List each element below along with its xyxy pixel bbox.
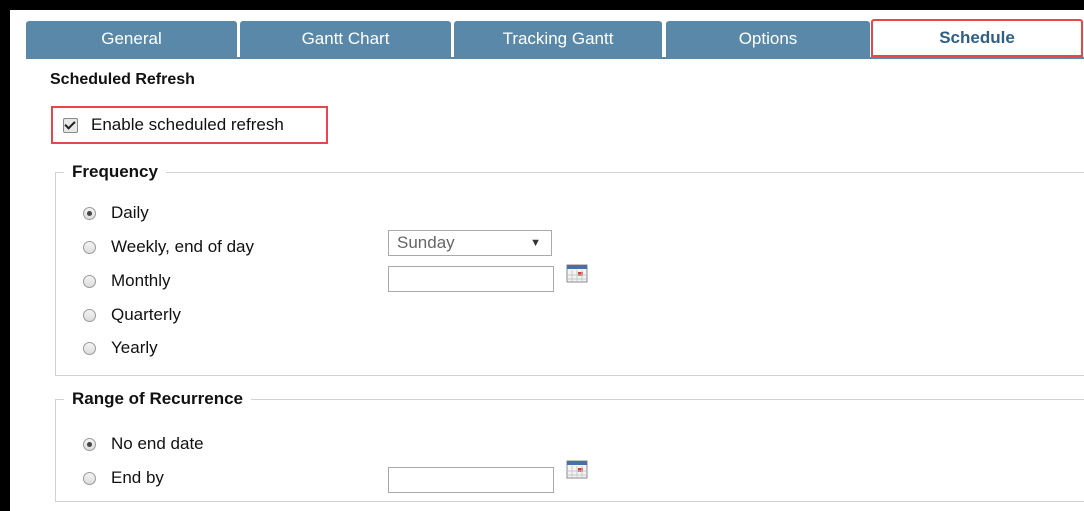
frequency-legend: Frequency: [72, 162, 158, 181]
tab-gantt-chart[interactable]: Gantt Chart: [240, 21, 451, 57]
radio-unchecked-icon[interactable]: [83, 274, 96, 288]
recurrence-option-end-by[interactable]: End by: [83, 468, 164, 488]
frequency-option-label: Quarterly: [111, 305, 181, 324]
frequency-option-monthly[interactable]: Monthly: [83, 271, 171, 291]
checkbox-checked-icon[interactable]: [63, 117, 78, 133]
recurrence-option-no-end-date[interactable]: No end date: [83, 434, 204, 454]
calendar-icon[interactable]: [566, 459, 588, 479]
chevron-down-icon[interactable]: ▼: [530, 237, 541, 249]
tab-bar: General Gantt Chart Tracking Gantt Optio…: [26, 19, 1084, 57]
range-of-recurrence-group: Range of Recurrence: [55, 389, 1084, 502]
enable-scheduled-refresh-checkbox[interactable]: Enable scheduled refresh: [51, 106, 328, 144]
tab-underline: [26, 57, 1084, 59]
frequency-option-label: Weekly, end of day: [111, 237, 255, 256]
radio-unchecked-icon[interactable]: [83, 240, 96, 254]
options-dialog: General Gantt Chart Tracking Gantt Optio…: [10, 10, 1084, 511]
enable-scheduled-refresh-label: Enable scheduled refresh: [91, 115, 284, 134]
radio-checked-icon[interactable]: [83, 437, 96, 451]
section-title: Scheduled Refresh: [50, 71, 195, 88]
monthly-date-input[interactable]: [388, 266, 554, 292]
weekday-select-value: Sunday: [397, 233, 455, 252]
frequency-option-weekly[interactable]: Weekly, end of day: [83, 237, 254, 257]
weekday-select[interactable]: Sunday ▼: [388, 230, 552, 256]
radio-unchecked-icon[interactable]: [83, 341, 96, 355]
tab-general[interactable]: General: [26, 21, 237, 57]
tab-schedule[interactable]: Schedule: [871, 19, 1083, 57]
frequency-option-label: Daily: [111, 203, 149, 222]
frequency-option-label: Monthly: [111, 271, 171, 290]
radio-unchecked-icon[interactable]: [83, 471, 96, 485]
recurrence-option-label: End by: [111, 468, 164, 487]
frequency-option-yearly[interactable]: Yearly: [83, 338, 158, 358]
range-of-recurrence-legend: Range of Recurrence: [72, 389, 243, 408]
frequency-option-quarterly[interactable]: Quarterly: [83, 305, 181, 325]
end-date-input[interactable]: [388, 467, 554, 493]
calendar-icon[interactable]: [566, 263, 588, 283]
tab-options[interactable]: Options: [666, 21, 870, 57]
radio-unchecked-icon[interactable]: [83, 308, 96, 322]
frequency-option-label: Yearly: [111, 338, 158, 357]
recurrence-option-label: No end date: [111, 434, 204, 453]
radio-checked-icon[interactable]: [83, 206, 96, 220]
frequency-option-daily[interactable]: Daily: [83, 203, 149, 223]
tab-tracking-gantt[interactable]: Tracking Gantt: [454, 21, 662, 57]
